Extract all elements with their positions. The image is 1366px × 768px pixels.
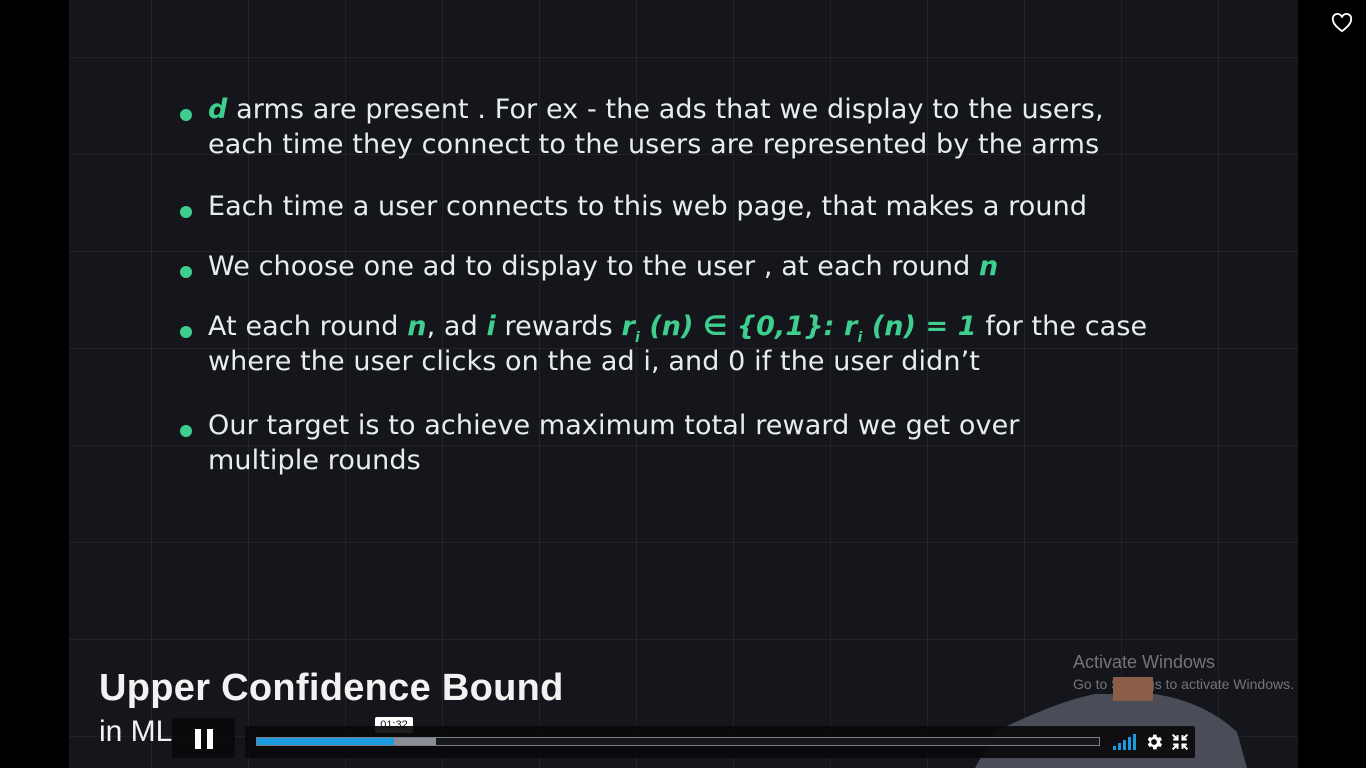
bullet-text-line: each time they connect to the users are … (208, 129, 1100, 160)
bullet-text-line: Our target is to achieve maximum total r… (208, 410, 1020, 441)
progress-bar[interactable] (256, 737, 1100, 746)
bullet-dot-icon (180, 326, 192, 338)
bullet-text-line: where the user clicks on the ad i, and 0… (208, 346, 980, 377)
exit-fullscreen-icon[interactable] (1170, 732, 1190, 752)
video-subtitle: in ML (99, 715, 173, 748)
heart-favorite-icon[interactable] (1331, 13, 1353, 33)
bullet-text-line: Each time a user connects to this web pa… (208, 191, 1088, 222)
video-title: Upper Confidence Bound (99, 667, 564, 709)
settings-gear-icon[interactable] (1144, 732, 1164, 752)
progress-played (257, 738, 395, 745)
volume-icon[interactable] (1113, 734, 1137, 750)
bullet-dot-icon (180, 109, 192, 121)
bullet-dot-icon (180, 425, 192, 437)
bullet-dot-icon (180, 266, 192, 278)
bullet-text-line: d arms are present . For ex - the ads th… (208, 94, 1104, 125)
pause-icon (195, 729, 201, 749)
bullet-text-line: We choose one ad to display to the user … (208, 251, 999, 282)
bullet-dot-icon (180, 206, 192, 218)
pause-button[interactable] (172, 718, 235, 758)
video-control-bar (245, 726, 1195, 758)
bullet-text-line: multiple rounds (208, 445, 421, 476)
